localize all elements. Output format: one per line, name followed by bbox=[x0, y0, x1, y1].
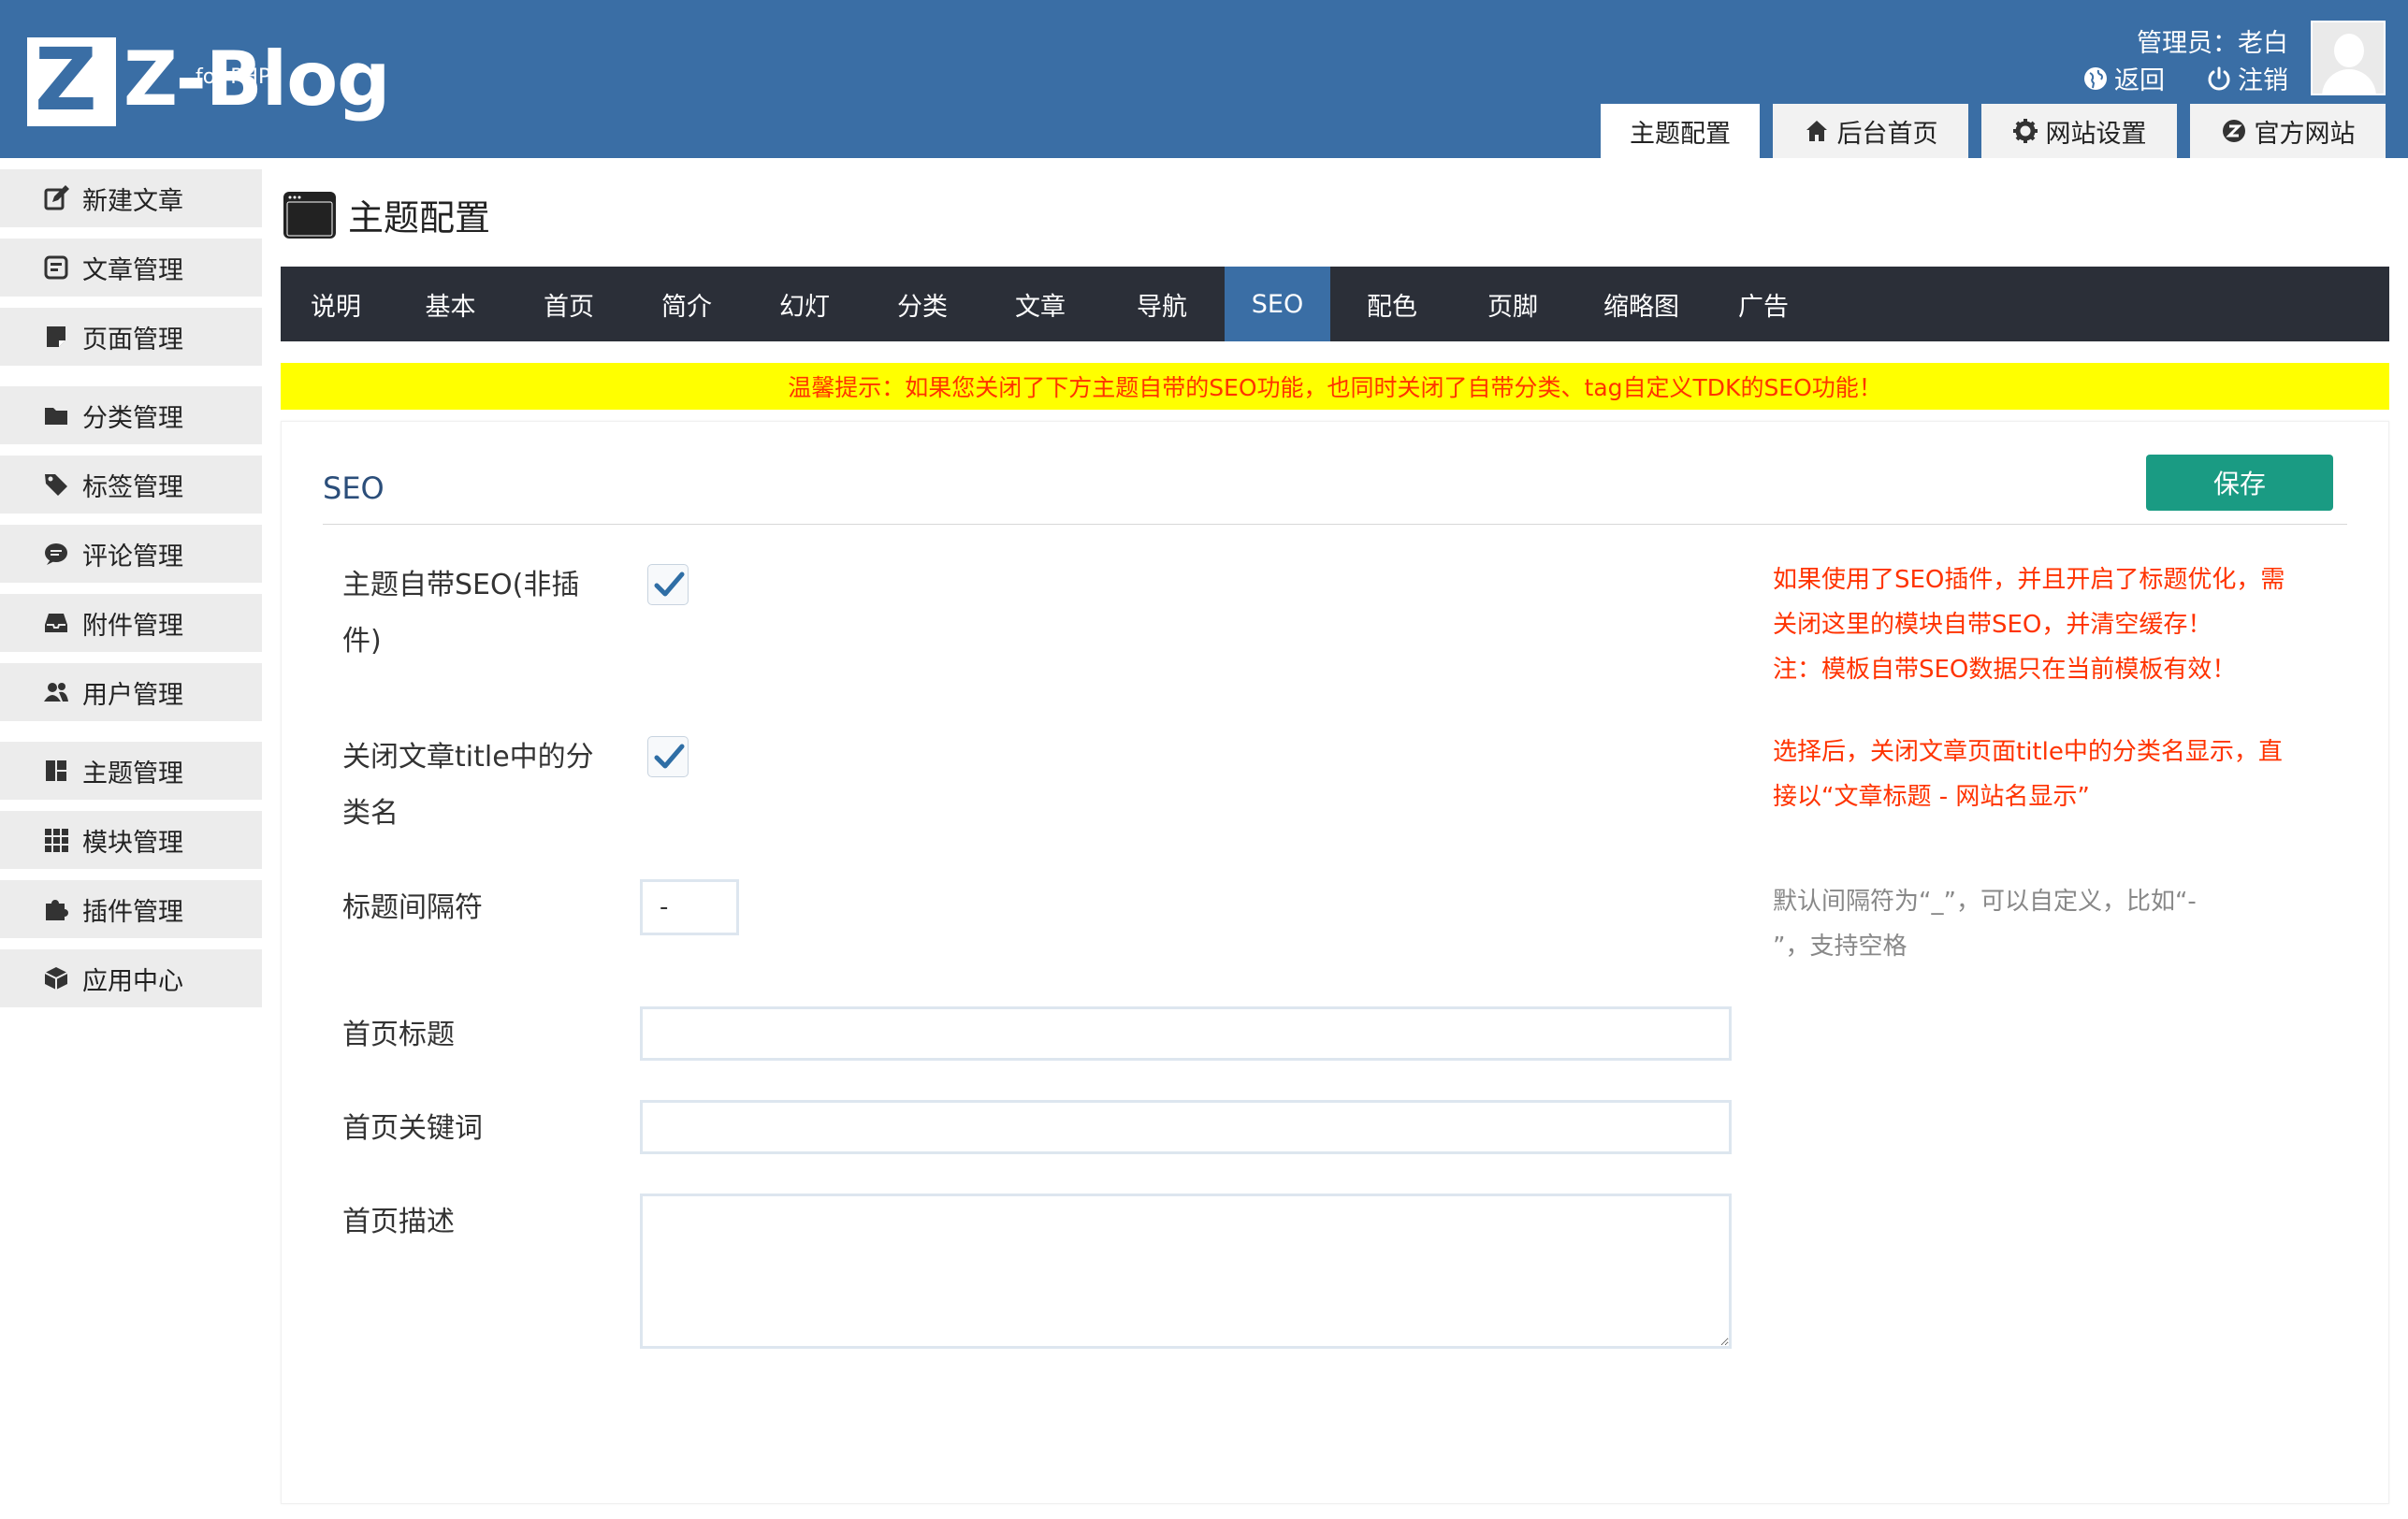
sidebar-item-categories[interactable]: 分类管理 bbox=[0, 386, 262, 444]
sidebar-item-plugins[interactable]: 插件管理 bbox=[0, 880, 262, 938]
sidebar-item-label: 页面管理 bbox=[82, 325, 183, 354]
sidebar-item-articles[interactable]: 文章管理 bbox=[0, 239, 262, 297]
top-header: Z Z-Blog for PHP 管理员：老白 返回 注销 主题配置 后台首页 … bbox=[0, 0, 2408, 158]
hide-category-hint: 选择后，关闭文章页面title中的分类名显示，直 接以“文章标题 - 网站名显示… bbox=[1773, 738, 2283, 811]
logo-subtitle: for PHP bbox=[196, 65, 271, 89]
folder-icon bbox=[45, 408, 67, 425]
back-link[interactable]: 返回 bbox=[2082, 60, 2165, 96]
sidebar-item-label: 模块管理 bbox=[82, 828, 183, 858]
users-icon bbox=[44, 683, 68, 702]
tab-basic[interactable]: 基本 bbox=[391, 267, 510, 341]
tab-navigation[interactable]: 导航 bbox=[1099, 267, 1225, 341]
checkmark-icon bbox=[654, 571, 685, 597]
back-label: 返回 bbox=[2114, 66, 2165, 95]
tab-ads[interactable]: 广告 bbox=[1711, 267, 1816, 341]
tab-official-site[interactable]: 官方网站 bbox=[2190, 104, 2386, 158]
avatar[interactable] bbox=[2311, 21, 2386, 95]
power-icon bbox=[2208, 66, 2230, 90]
tab-site-settings[interactable]: 网站设置 bbox=[1981, 104, 2177, 158]
tab-slideshow[interactable]: 幻灯 bbox=[746, 267, 863, 341]
zblog-icon bbox=[2222, 120, 2245, 142]
home-description-textarea[interactable] bbox=[640, 1194, 1732, 1349]
separator-label: 标题间隔符 bbox=[342, 891, 483, 924]
article-icon bbox=[44, 255, 68, 280]
sidebar-item-themes[interactable]: 主题管理 bbox=[0, 742, 262, 800]
warning-notice: 温馨提示：如果您关闭了下方主题自带的SEO功能，也同时关闭了自带分类、tag自定… bbox=[281, 363, 2389, 410]
sidebar-item-tags[interactable]: 标签管理 bbox=[0, 456, 262, 514]
edit-icon bbox=[44, 185, 69, 210]
sidebar-item-comments[interactable]: 评论管理 bbox=[0, 525, 262, 583]
box-icon bbox=[44, 967, 68, 990]
inbox-icon bbox=[45, 614, 67, 632]
page-title-text: 主题配置 bbox=[348, 197, 491, 239]
logout-link[interactable]: 注销 bbox=[2206, 60, 2288, 96]
hide-category-checkbox[interactable] bbox=[647, 736, 689, 777]
tab-colors[interactable]: 配色 bbox=[1330, 267, 1454, 341]
panel-divider bbox=[323, 524, 2347, 525]
tab-admin-home[interactable]: 后台首页 bbox=[1773, 104, 1968, 158]
sidebar-item-label: 主题管理 bbox=[82, 759, 183, 788]
sidebar-item-label: 应用中心 bbox=[82, 966, 183, 996]
separator-input[interactable] bbox=[640, 879, 739, 935]
tab-home[interactable]: 首页 bbox=[510, 267, 628, 341]
separator-hint: 默认间隔符为“_”，可以自定义，比如“- ”，支持空格 bbox=[1773, 888, 2197, 961]
gear-icon bbox=[2012, 119, 2038, 143]
admin-name: 管理员：老白 bbox=[2137, 29, 2288, 58]
layout-icon bbox=[46, 760, 66, 781]
home-keywords-input[interactable] bbox=[640, 1100, 1732, 1154]
sidebar-item-modules[interactable]: 模块管理 bbox=[0, 811, 262, 869]
sidebar-item-app-center[interactable]: 应用中心 bbox=[0, 949, 262, 1007]
sidebar-item-label: 文章管理 bbox=[82, 255, 183, 285]
sidebar-item-label: 分类管理 bbox=[82, 403, 183, 433]
theme-seo-label: 主题自带SEO(非插 件) bbox=[342, 569, 580, 658]
home-title-input[interactable] bbox=[640, 1006, 1732, 1061]
theme-seo-hint: 如果使用了SEO插件，并且开启了标题优化，需 关闭这里的模块自带SEO，并清空缓… bbox=[1773, 566, 2285, 684]
globe-icon bbox=[2084, 66, 2107, 90]
tab-thumbnail[interactable]: 缩略图 bbox=[1572, 267, 1711, 341]
panel-title: SEO bbox=[323, 470, 384, 506]
grid-icon bbox=[45, 829, 68, 852]
home-icon bbox=[1806, 121, 1827, 141]
theme-config-tabs: 说明 基本 首页 简介 幻灯 分类 文章 导航 SEO 配色 页脚 缩略图 广告 bbox=[281, 267, 2389, 341]
tab-official-site-label: 官方网站 bbox=[2254, 119, 2356, 149]
tag-icon bbox=[45, 474, 67, 496]
sidebar-item-label: 评论管理 bbox=[82, 542, 183, 571]
page-title: 主题配置 bbox=[283, 189, 490, 240]
logout-label: 注销 bbox=[2238, 66, 2288, 95]
tab-admin-home-label: 后台首页 bbox=[1836, 119, 1938, 149]
tab-site-settings-label: 网站设置 bbox=[2045, 119, 2147, 149]
tab-seo[interactable]: SEO bbox=[1225, 267, 1330, 341]
comment-icon bbox=[45, 543, 67, 565]
tab-description[interactable]: 说明 bbox=[281, 267, 391, 341]
home-title-label: 首页标题 bbox=[342, 1019, 455, 1051]
hide-category-label: 关闭文章title中的分 类名 bbox=[342, 741, 594, 830]
tab-theme-config[interactable]: 主题配置 bbox=[1601, 104, 1760, 158]
tab-category[interactable]: 分类 bbox=[863, 267, 981, 341]
tab-intro[interactable]: 简介 bbox=[628, 267, 746, 341]
sidebar-item-label: 附件管理 bbox=[82, 611, 183, 641]
sidebar-item-label: 用户管理 bbox=[82, 680, 183, 710]
home-keywords-label: 首页关键词 bbox=[342, 1112, 483, 1145]
sidebar-item-pages[interactable]: 页面管理 bbox=[0, 308, 262, 366]
tab-footer[interactable]: 页脚 bbox=[1454, 267, 1572, 341]
sidebar-item-new-article[interactable]: 新建文章 bbox=[0, 169, 262, 227]
sidebar-item-label: 标签管理 bbox=[82, 472, 183, 502]
sidebar-item-label: 新建文章 bbox=[82, 186, 183, 216]
checkmark-icon bbox=[654, 744, 685, 769]
logo-mark: Z bbox=[27, 34, 116, 127]
theme-seo-checkbox[interactable] bbox=[647, 564, 689, 605]
window-icon bbox=[283, 191, 336, 239]
puzzle-icon bbox=[46, 900, 68, 920]
sidebar-item-label: 插件管理 bbox=[82, 897, 183, 927]
sidebar-item-attachments[interactable]: 附件管理 bbox=[0, 594, 262, 652]
sidebar-item-users[interactable]: 用户管理 bbox=[0, 663, 262, 721]
home-description-label: 首页描述 bbox=[342, 1206, 455, 1238]
tab-article[interactable]: 文章 bbox=[981, 267, 1099, 341]
page-icon bbox=[47, 326, 65, 347]
tab-theme-config-label: 主题配置 bbox=[1630, 119, 1731, 149]
save-button[interactable]: 保存 bbox=[2146, 455, 2333, 511]
